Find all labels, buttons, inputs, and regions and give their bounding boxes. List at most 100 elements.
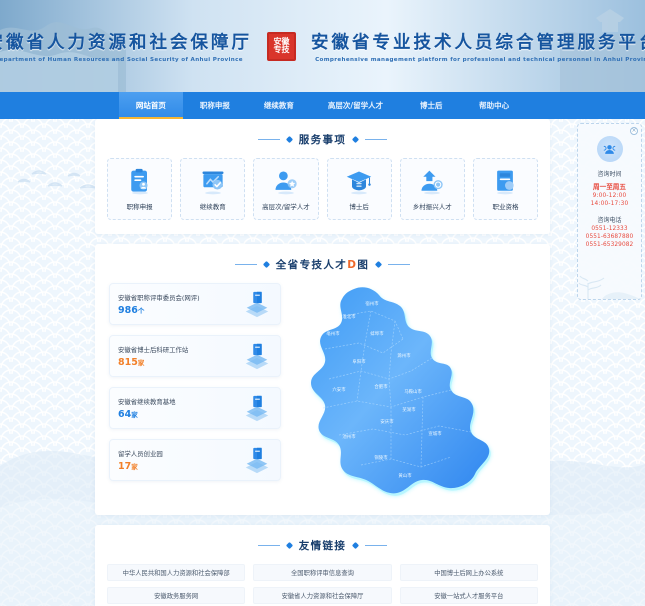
link-anhui-gov-service[interactable]: 安徽政务服务网 — [107, 587, 246, 604]
headset-person-icon — [603, 144, 616, 154]
title-line-right — [365, 545, 388, 546]
anhui-province-map[interactable]: 宿州市 淮北市 亳州市 蚌埠市 阜阳市 滁州市 六安市 合肥市 马鞍山市 芜湖市… — [299, 283, 529, 501]
certificate-icon — [497, 170, 515, 194]
service-card-vocational-qualification[interactable]: 职业资格 — [472, 158, 539, 220]
service-card-continuing-education[interactable]: 继续教育 — [180, 158, 246, 220]
title-line-right — [365, 139, 388, 140]
map-label-anqing: 安庆市 — [380, 418, 394, 425]
map-label-huangshan: 黄山市 — [398, 472, 412, 479]
talent-map-title-text: 全省专技人才D图 — [276, 257, 369, 272]
stat-card-overseas-startup-park[interactable]: 留学人员创业园 17家 — [109, 439, 281, 481]
nav-item-help-center[interactable]: 帮助中心 — [462, 92, 526, 119]
links-section-title: 友情链接 — [95, 525, 550, 564]
stat-unit: 家 — [131, 462, 138, 471]
clipboard-person-icon — [130, 168, 148, 194]
link-anhui-hrss[interactable]: 安徽省人力资源和社会保障厅 — [253, 587, 392, 604]
nav-item-title-application[interactable]: 职称申报 — [183, 92, 247, 119]
consult-tel-1[interactable]: 0551-12333 — [578, 226, 641, 232]
contact-side-panel: × 咨询时间 周一至周五 9:00-12:00 14:00-17:30 咨询电话… — [577, 123, 642, 300]
title-diamond-right-icon — [352, 135, 360, 144]
title-line-right — [388, 264, 411, 265]
link-anhui-talent-platform[interactable]: 安徽一站式人才服务平台 — [399, 587, 538, 604]
nav-item-continuing-education[interactable]: 继续教育 — [247, 92, 311, 119]
title-diamond-left-icon — [285, 135, 293, 144]
service-label: 乡村振兴人才 — [412, 202, 452, 211]
stat-label: 安徽省博士后科研工作站 — [118, 345, 189, 354]
links-title-text: 友情链接 — [298, 540, 347, 552]
customer-service-avatar-icon — [596, 136, 623, 162]
title-diamond-right-icon — [375, 260, 383, 269]
map-label-tongling: 铜陵市 — [374, 454, 388, 461]
map-label-huaibei: 淮北市 — [342, 313, 356, 320]
service-card-rural-talent[interactable]: 乡村振兴人才 — [399, 158, 465, 220]
organization-name-cn: 安徽省人力资源和社会保障厅 — [0, 33, 252, 53]
platform-title: 安徽省专业技术人员综合管理服务平台 Comprehensive manageme… — [311, 29, 645, 63]
consult-time-afternoon: 14:00-17:30 — [590, 201, 629, 207]
service-card-high-level-talent[interactable]: 高层次/留学人才 — [253, 158, 319, 220]
site-banner: 安徽省人力资源和社会保障厅 Department of Human Resour… — [0, 0, 645, 92]
map-label-wuhu: 芜湖市 — [402, 406, 416, 413]
consult-time-morning: 9:00-12:00 — [592, 193, 627, 199]
service-card-postdoc[interactable]: 博士后 — [326, 158, 392, 220]
stat-label: 安徽省继续教育基地 — [118, 397, 176, 406]
links-grid: 中华人民共和国人力资源和社会保障部 全国职称评审信息查询 中国博士后网上办公系统… — [95, 564, 550, 604]
stat-value: 64 — [118, 408, 132, 420]
stat-value-group: 986个 — [118, 305, 242, 316]
stat-value: 815 — [118, 356, 138, 368]
link-postdoc-office-system[interactable]: 中国博士后网上办公系统 — [399, 564, 538, 581]
stat-unit: 家 — [131, 410, 138, 419]
services-title-text: 服务事项 — [298, 134, 347, 146]
service-label: 博士后 — [349, 202, 369, 211]
title-suffix: 图 — [357, 259, 370, 271]
services-panel: 服务事项 职称申报 继续教育 高层次/留学人才 博士后 乡村振兴人才 职业资格 — [95, 119, 550, 234]
map-label-bozhou: 亳州市 — [326, 330, 340, 337]
map-label-xuancheng: 宣城市 — [428, 430, 442, 437]
nav-item-high-level-talent[interactable]: 高层次/留学人才 — [311, 92, 400, 119]
graduation-cap-icon — [346, 171, 372, 194]
province-map-container: 宿州市 淮北市 亳州市 蚌埠市 阜阳市 滁州市 六安市 合肥市 马鞍山市 芜湖市… — [291, 283, 536, 501]
statistics-column: 安徽省职称评审委员会(网评) 986个 安徽省博士后科研工作站 815家 安徽省… — [109, 283, 281, 501]
service-card-title-application[interactable]: 职称申报 — [107, 158, 173, 220]
service-label: 职称申报 — [126, 202, 153, 211]
friendly-links-panel: 友情链接 中华人民共和国人力资源和社会保障部 全国职称评审信息查询 中国博士后网… — [95, 525, 550, 606]
link-national-title-query[interactable]: 全国职称评审信息查询 — [253, 564, 392, 581]
platform-name-cn: 安徽省专业技术人员综合管理服务平台 — [311, 33, 645, 53]
map-label-chuzhou: 滁州市 — [397, 352, 411, 359]
stat-card-review-committee[interactable]: 安徽省职称评审委员会(网评) 986个 — [109, 283, 281, 325]
stat-label: 安徽省职称评审委员会(网评) — [118, 293, 200, 302]
consult-tel-2[interactable]: 0551-63687880 — [578, 234, 641, 240]
seal-line-2: 专技 — [273, 45, 290, 54]
person-arrow-icon — [421, 170, 443, 194]
organization-name-en: Department of Human Resources and Social… — [0, 57, 243, 63]
consult-tel-3[interactable]: 0551-65329082 — [578, 242, 641, 248]
map-label-maanshan: 马鞍山市 — [404, 388, 422, 395]
stat-card-postdoc-station[interactable]: 安徽省博士后科研工作站 815家 — [109, 335, 281, 377]
book-stack-icon — [245, 395, 269, 422]
title-line-left — [234, 264, 257, 265]
title-diamond-left-icon — [285, 541, 293, 550]
close-icon[interactable]: × — [630, 127, 638, 135]
decorative-pine-tree-icon — [578, 275, 640, 299]
platform-name-en: Comprehensive management platform for pr… — [315, 57, 645, 63]
main-content: 服务事项 职称申报 继续教育 高层次/留学人才 博士后 乡村振兴人才 职业资格 … — [95, 119, 550, 606]
title-prefix: 全省专技人才 — [275, 259, 348, 271]
service-label: 高层次/留学人才 — [262, 202, 310, 211]
link-mohrss[interactable]: 中华人民共和国人力资源和社会保障部 — [107, 564, 246, 581]
organization-title: 安徽省人力资源和社会保障厅 Department of Human Resour… — [0, 29, 252, 63]
map-label-chizhou: 池州市 — [342, 433, 356, 440]
stat-label: 留学人员创业园 — [118, 449, 163, 458]
services-grid: 职称申报 继续教育 高层次/留学人才 博士后 乡村振兴人才 职业资格 — [107, 158, 539, 220]
map-label-bengbu: 蚌埠市 — [370, 330, 384, 337]
stat-value-group: 64家 — [118, 409, 242, 420]
stat-value-group: 17家 — [118, 461, 242, 472]
talent-map-panel: 全省专技人才D图 安徽省职称评审委员会(网评) 986个 安徽省博士后科研工作站… — [95, 244, 550, 515]
nav-item-home[interactable]: 网站首页 — [118, 92, 183, 119]
stat-card-education-base[interactable]: 安徽省继续教育基地 64家 — [109, 387, 281, 429]
talent-map-section-title: 全省专技人才D图 — [95, 244, 550, 283]
official-seal-icon: 安徽 专技 — [267, 31, 296, 61]
nav-item-postdoc[interactable]: 博士后 — [400, 92, 462, 119]
title-line-left — [257, 545, 280, 546]
stat-unit: 家 — [137, 358, 145, 367]
title-diamond-left-icon — [262, 260, 270, 269]
stat-unit: 个 — [137, 306, 145, 315]
